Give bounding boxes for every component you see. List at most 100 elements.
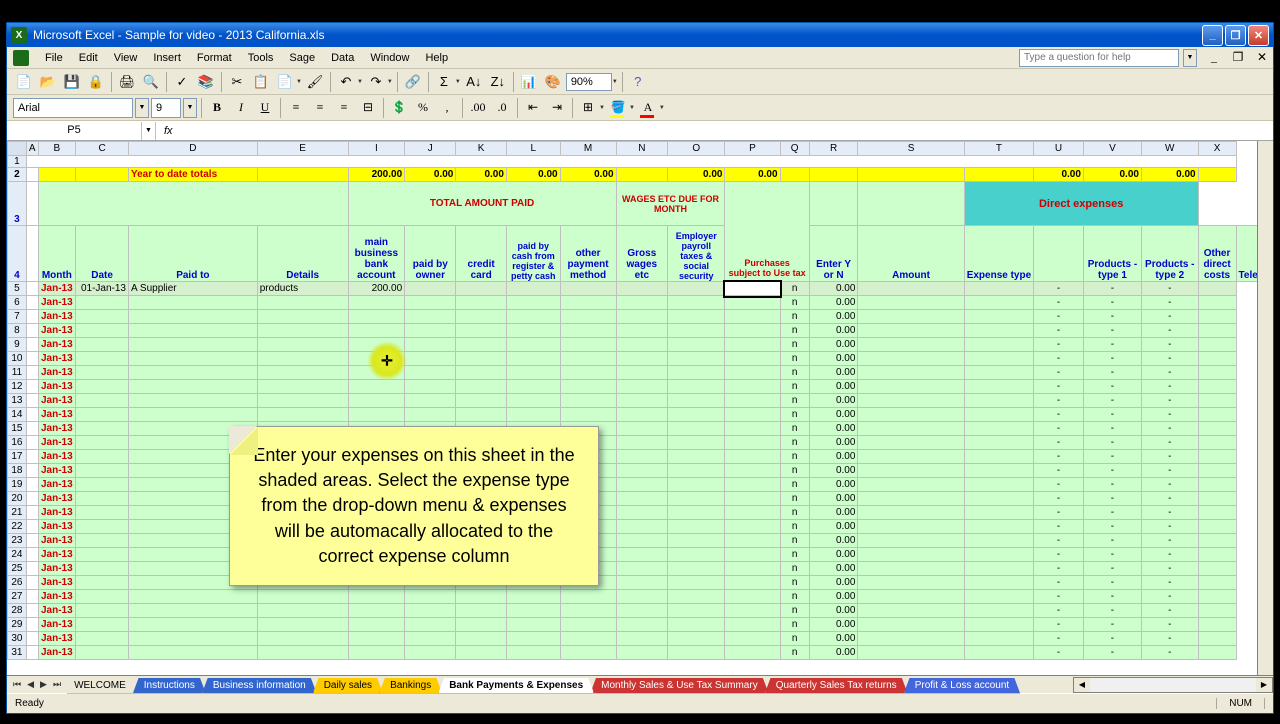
cell[interactable]: 0.00 (809, 590, 858, 604)
menu-view[interactable]: View (106, 49, 146, 67)
save-icon[interactable]: 💾 (61, 71, 83, 93)
tab-last-icon[interactable]: ⏭ (51, 679, 63, 690)
cell[interactable]: - (1083, 464, 1141, 478)
cell[interactable]: 0.00 (809, 478, 858, 492)
cell[interactable]: - (1034, 394, 1084, 408)
cell-header[interactable]: Products - type 2 (1141, 226, 1198, 282)
cell-header[interactable]: paid by cash from register & petty cash (506, 226, 560, 282)
row-header[interactable]: 6 (8, 296, 27, 310)
doc-close-button[interactable]: ✕ (1251, 47, 1273, 69)
font-size-input[interactable] (151, 98, 181, 118)
cell[interactable]: 0.00 (809, 394, 858, 408)
cell[interactable]: 0.00 (809, 282, 858, 296)
name-box[interactable]: P5 (7, 122, 142, 140)
cell[interactable]: 0.00 (809, 506, 858, 520)
row-header[interactable]: 12 (8, 380, 27, 394)
cell[interactable]: - (1034, 632, 1084, 646)
restore-button[interactable]: ❐ (1225, 25, 1246, 46)
tab-business[interactable]: Business information (202, 678, 317, 694)
cell[interactable]: 0.00 (809, 436, 858, 450)
permission-icon[interactable]: 🔒 (85, 71, 107, 93)
cell[interactable]: n (780, 394, 809, 408)
cell[interactable]: - (1083, 324, 1141, 338)
cell[interactable]: - (1034, 450, 1084, 464)
cell[interactable]: 0.00 (809, 562, 858, 576)
cell[interactable]: 0.00 (809, 492, 858, 506)
tab-bankpayments[interactable]: Bank Payments & Expenses (438, 678, 594, 694)
cell[interactable]: - (1083, 436, 1141, 450)
row-header[interactable]: 13 (8, 394, 27, 408)
cell[interactable]: n (780, 380, 809, 394)
align-right-icon[interactable]: ≡ (333, 97, 355, 119)
cell[interactable]: 0.00 (560, 168, 616, 182)
cell[interactable]: - (1141, 352, 1198, 366)
cell[interactable]: - (1141, 422, 1198, 436)
cell[interactable]: - (1083, 632, 1141, 646)
increase-decimal-icon[interactable]: .00 (467, 97, 489, 119)
cell[interactable]: n (780, 296, 809, 310)
cell-header[interactable]: Products - type 1 (1083, 226, 1141, 282)
cell[interactable]: - (1034, 506, 1084, 520)
doc-minimize-button[interactable]: _ (1203, 47, 1225, 69)
cell[interactable]: 0.00 (456, 168, 507, 182)
cell[interactable]: n (780, 646, 809, 660)
chart-icon[interactable]: 📊 (518, 71, 540, 93)
row-header[interactable]: 18 (8, 464, 27, 478)
cell[interactable]: n (780, 562, 809, 576)
cell[interactable]: - (1034, 604, 1084, 618)
row-header[interactable]: 19 (8, 478, 27, 492)
cell[interactable]: 0.00 (809, 632, 858, 646)
undo-icon[interactable]: ↶ (335, 71, 357, 93)
borders-icon[interactable]: ⊞ (577, 97, 599, 119)
cell[interactable]: n (780, 324, 809, 338)
cell[interactable]: - (1141, 562, 1198, 576)
horizontal-scrollbar[interactable]: ◀ ▶ (1073, 677, 1273, 693)
cell-header[interactable]: Expense type (964, 226, 1033, 282)
cell[interactable]: n (780, 408, 809, 422)
cell[interactable]: - (1083, 450, 1141, 464)
cell[interactable]: - (1141, 478, 1198, 492)
scroll-right-icon[interactable]: ▶ (1256, 678, 1272, 692)
col-header[interactable]: L (506, 142, 560, 156)
cell[interactable]: - (1141, 464, 1198, 478)
cell[interactable]: - (1034, 324, 1084, 338)
col-header[interactable]: W (1141, 142, 1198, 156)
cell[interactable]: - (1034, 534, 1084, 548)
cell[interactable]: - (1083, 646, 1141, 660)
align-left-icon[interactable]: ≡ (285, 97, 307, 119)
format-painter-icon[interactable]: 🖌 (304, 71, 326, 93)
col-header[interactable]: J (405, 142, 456, 156)
cell[interactable]: - (1034, 366, 1084, 380)
tab-next-icon[interactable]: ▶ (38, 679, 49, 690)
col-header[interactable]: S (858, 142, 964, 156)
cell[interactable]: - (1083, 576, 1141, 590)
col-header[interactable]: P (725, 142, 780, 156)
namebox-dropdown-icon[interactable]: ▼ (142, 122, 156, 140)
cell[interactable]: 0.00 (809, 576, 858, 590)
cell[interactable]: n (780, 520, 809, 534)
fill-color-icon[interactable]: 🪣 (607, 97, 629, 119)
cell[interactable]: 0.00 (809, 324, 858, 338)
cell[interactable]: n (780, 506, 809, 520)
help-search-input[interactable] (1019, 49, 1179, 67)
cell[interactable]: n (780, 590, 809, 604)
col-header[interactable]: A (26, 142, 38, 156)
row-header[interactable]: 16 (8, 436, 27, 450)
cell-wages-due[interactable]: WAGES ETC DUE FOR MONTH (616, 182, 725, 226)
help-dropdown-icon[interactable]: ▼ (1183, 49, 1197, 67)
cell[interactable]: Jan-13 (38, 646, 76, 660)
cell-header[interactable]: Enter Y or N (809, 226, 858, 282)
cell[interactable]: Jan-13 (38, 562, 76, 576)
cell[interactable]: Jan-13 (38, 632, 76, 646)
cell[interactable]: 0.00 (809, 422, 858, 436)
cell[interactable]: Jan-13 (38, 548, 76, 562)
help-icon[interactable]: ? (627, 71, 649, 93)
cell-direct-expenses[interactable]: Direct expenses (964, 182, 1198, 226)
redo-icon[interactable]: ↷ (365, 71, 387, 93)
col-header[interactable]: T (964, 142, 1033, 156)
font-color-icon[interactable]: A (637, 97, 659, 119)
row-header[interactable]: 8 (8, 324, 27, 338)
tab-daily[interactable]: Daily sales (313, 678, 383, 694)
row-header[interactable]: 17 (8, 450, 27, 464)
cell[interactable]: - (1034, 646, 1084, 660)
